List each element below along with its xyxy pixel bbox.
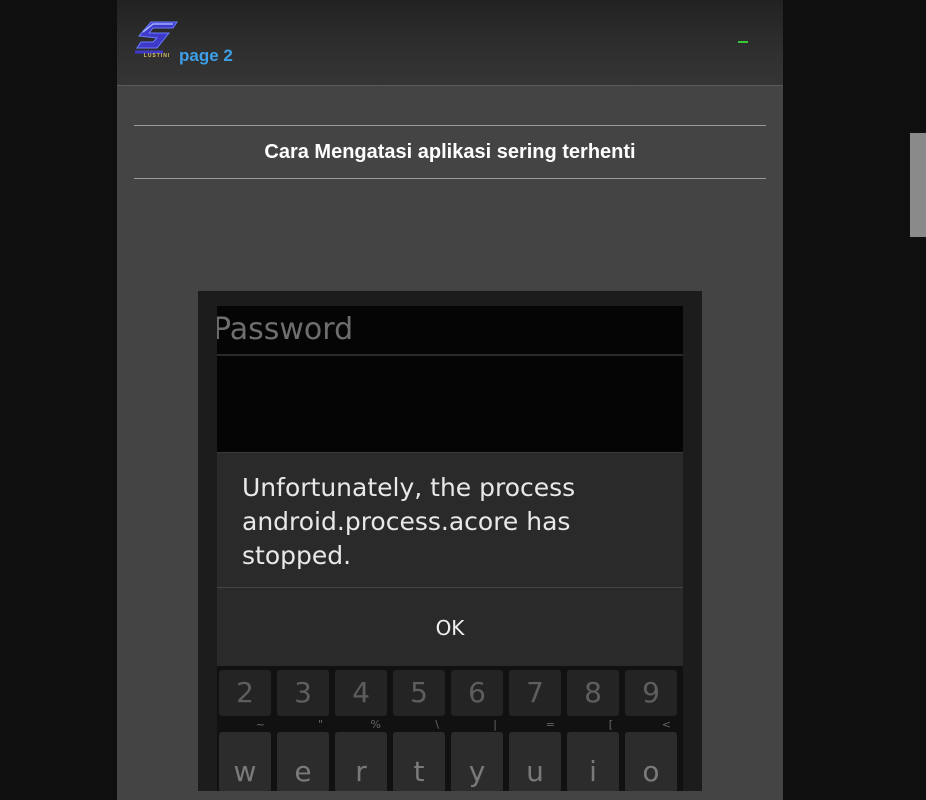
key-letter: i <box>589 755 597 788</box>
site-header: LUSTINI page 2 <box>117 0 783 86</box>
key-letter: y <box>468 755 486 788</box>
key-letter: r <box>355 755 367 788</box>
key-letter: w <box>233 755 257 788</box>
key-symbol: " <box>317 718 323 731</box>
keyboard-key: 5 <box>393 670 445 716</box>
key-symbol: % <box>370 718 381 731</box>
key-symbol: | <box>493 718 497 731</box>
keyboard-key: < o <box>625 718 677 791</box>
scrollbar-track[interactable] <box>910 0 926 800</box>
key-symbol: < <box>661 718 671 731</box>
logo-caption: LUSTINI <box>143 53 171 59</box>
ok-button: OK <box>435 615 465 640</box>
keyboard-key: 3 <box>277 670 329 716</box>
keyboard-key: 6 <box>451 670 503 716</box>
keyboard-key: [i <box>567 718 619 791</box>
keyboard: 2 3 4 5 6 7 8 9 ~ w " e % r \ t | y = u [i <box>217 666 683 791</box>
letter-key-row: ~ w " e % r \ t | y = u [i < o <box>217 718 683 791</box>
keyboard-key: \ t <box>393 718 445 791</box>
keyboard-key: % r <box>335 718 387 791</box>
keyboard-key: | y <box>451 718 503 791</box>
keyboard-key: 4 <box>335 670 387 716</box>
password-field: Password <box>217 306 683 356</box>
key-letter: u <box>526 755 544 788</box>
key-symbol: [ <box>608 718 613 731</box>
keyboard-key: 8 <box>567 670 619 716</box>
error-screenshot-image: Password Unfortunately, the process andr… <box>198 291 702 791</box>
minus-icon[interactable] <box>738 41 748 43</box>
keyboard-key: 9 <box>625 670 677 716</box>
key-symbol: = <box>545 718 555 731</box>
scrollbar-thumb[interactable] <box>910 133 926 237</box>
key-letter: e <box>294 755 312 788</box>
phone-screen: Password Unfortunately, the process andr… <box>217 306 683 791</box>
keyboard-key: = u <box>509 718 561 791</box>
keyboard-key: 2 <box>219 670 271 716</box>
password-placeholder: Password <box>217 312 354 347</box>
keyboard-key: " e <box>277 718 329 791</box>
error-dialog: Unfortunately, the process android.proce… <box>217 452 683 667</box>
page-2-link[interactable]: page 2 <box>179 46 233 66</box>
key-symbol: \ <box>435 718 439 731</box>
number-key-row: 2 3 4 5 6 7 8 9 <box>217 670 683 720</box>
page-container: LUSTINI page 2 Cara Mengatasi aplikasi s… <box>117 0 783 800</box>
keyboard-key: ~ w <box>219 718 271 791</box>
key-symbol: ~ <box>255 718 265 731</box>
error-message: Unfortunately, the process android.proce… <box>242 473 576 570</box>
keyboard-key: 7 <box>509 670 561 716</box>
post-title: Cara Mengatasi aplikasi sering terhenti <box>134 125 766 179</box>
key-letter: t <box>413 755 425 788</box>
key-letter: o <box>642 755 660 788</box>
